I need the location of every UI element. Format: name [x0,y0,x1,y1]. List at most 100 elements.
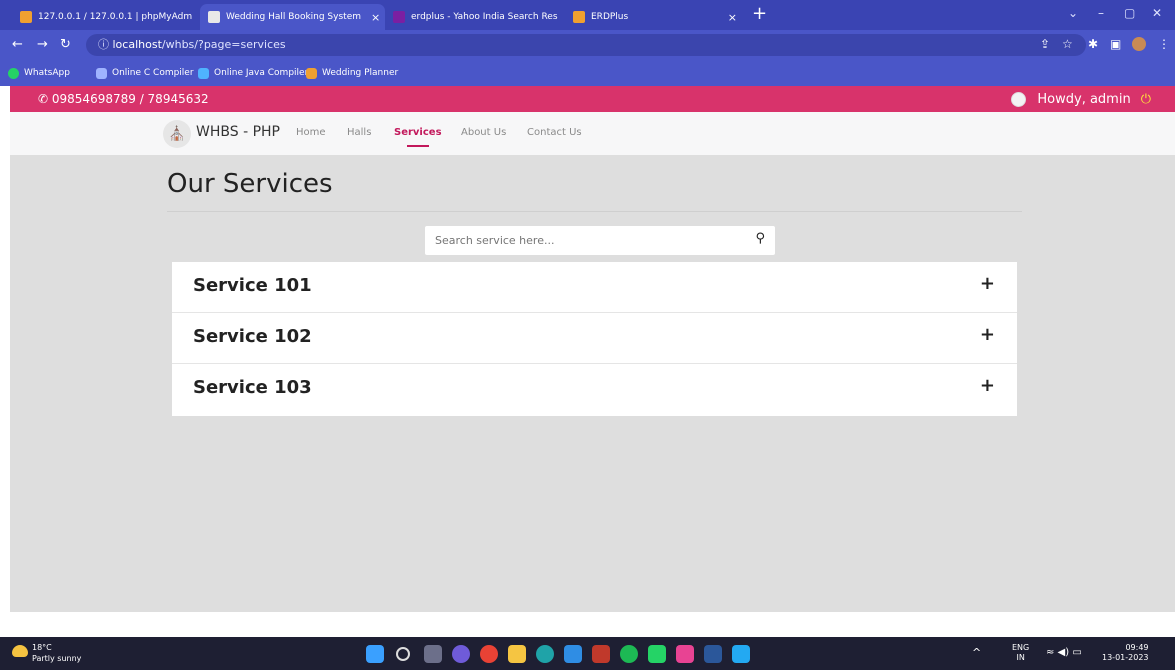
search-input[interactable] [425,226,743,255]
power-icon[interactable]: ⏻ [1141,92,1151,107]
tab-erdplus[interactable]: ERDPlus × [565,4,745,30]
mcafee-icon[interactable] [592,645,610,663]
share-icon[interactable]: ⇪ [1040,37,1050,51]
star-icon[interactable]: ☆ [1062,37,1073,51]
address-toolbar: ← → ↻ ⓘ localhost/whbs/?page=services ⇪ … [0,30,1175,60]
nav-contact-us[interactable]: Contact Us [527,127,582,138]
task-view-icon[interactable] [424,645,442,663]
contact-phone: ✆ 09854698789 / 78945632 [38,86,209,112]
bookmark-wedding-planner[interactable]: Wedding Planner [306,60,398,86]
user-menu[interactable]: Howdy, admin ⏻ [1011,86,1151,112]
phone-icon: ✆ [38,92,49,106]
extensions-icon[interactable]: ✱ [1088,37,1098,51]
service-item[interactable]: Service 102 + [172,313,1017,364]
chat-icon[interactable] [452,645,470,663]
forward-icon[interactable]: → [37,37,48,52]
tray-chevron-icon[interactable]: ^ [972,647,981,658]
weather-widget[interactable]: 18°C Partly sunny [12,642,81,664]
url-path: /whbs/?page=services [161,38,286,51]
back-icon[interactable]: ← [12,37,23,52]
edge-icon[interactable] [536,645,554,663]
bookmark-label: Online C Compiler [112,68,194,78]
close-icon[interactable]: × [361,11,380,24]
language-indicator[interactable]: ENG IN [1012,643,1029,663]
service-item[interactable]: Service 103 + [172,364,1017,416]
os-taskbar: 18°C Partly sunny ^ ENG IN ≈ ◀) ▭ 09:49 … [0,637,1175,670]
wifi-volume-battery-icon[interactable]: ≈ ◀) ▭ [1046,648,1082,658]
phpmyadmin-icon [20,11,32,23]
file-explorer-icon[interactable] [508,645,526,663]
tab-yahoo-search[interactable]: erdplus - Yahoo India Search Res × [385,4,565,30]
whatsapp-icon [8,67,19,79]
compiler-icon [96,67,107,79]
site-icon [208,11,220,23]
search-icon[interactable]: ⚲ [755,231,765,246]
active-nav-underline [407,145,429,147]
weather-icon [12,645,28,657]
tab-phpmyadmin[interactable]: 127.0.0.1 / 127.0.0.1 | phpMyAdm × [12,4,200,30]
menu-icon[interactable]: ⋮ [1158,37,1170,51]
time: 09:49 [1125,643,1149,652]
main-content: Our Services ⚲ Service 101 + Service 102… [10,155,1175,612]
new-tab-icon[interactable]: + [752,3,767,24]
nav-halls[interactable]: Halls [347,127,371,138]
java-icon [198,67,209,79]
store-icon[interactable] [564,645,582,663]
word-icon[interactable] [704,645,722,663]
erdplus-icon [573,11,585,23]
chrome-icon[interactable] [480,645,498,663]
plus-icon[interactable]: + [980,324,995,345]
reload-icon[interactable]: ↻ [60,37,71,52]
nav-services[interactable]: Services [394,127,442,138]
bookmark-label: Wedding Planner [322,68,399,78]
info-icon: ⓘ [98,38,109,51]
page-title: Our Services [167,169,333,199]
close-icon[interactable]: × [558,11,565,24]
profile-avatar[interactable] [1132,37,1146,51]
bookmark-label: Online Java Compiler [214,68,309,78]
temperature: 18°C [32,643,52,652]
weather-text: Partly sunny [32,654,82,663]
url-field[interactable]: ⓘ localhost/whbs/?page=services [86,34,1086,56]
date: 13-01-2023 [1102,653,1149,662]
plus-icon[interactable]: + [980,375,995,396]
services-accordion: Service 101 + Service 102 + Service 103 … [172,262,1017,416]
brand-name[interactable]: WHBS - PHP [196,124,280,140]
site-navbar: ⛪ WHBS - PHP Home Halls Services About U… [10,112,1175,155]
whatsapp-icon[interactable] [648,645,666,663]
photos-icon[interactable] [676,645,694,663]
close-icon[interactable]: × [192,11,200,24]
page-bottom-space [0,612,1175,637]
clock[interactable]: 09:49 13-01-2023 [1102,643,1149,663]
logo-icon[interactable]: ⛪ [163,120,191,148]
nav-about-us[interactable]: About Us [461,127,506,138]
vscode-icon[interactable] [732,645,750,663]
bookmark-online-c[interactable]: Online C Compiler [96,60,194,86]
title-divider [167,211,1022,212]
language: ENG [1012,643,1030,652]
spotify-icon[interactable] [620,645,638,663]
greeting-text: Howdy, admin [1037,91,1131,107]
sidepanel-icon[interactable]: ▣ [1110,37,1121,51]
minimize-icon[interactable]: – [1098,6,1104,20]
chevron-down-icon[interactable]: ⌄ [1068,6,1078,20]
plus-icon[interactable]: + [980,273,995,294]
window-close-icon[interactable]: ✕ [1152,6,1162,20]
top-info-bar: ✆ 09854698789 / 78945632 Howdy, admin ⏻ [10,86,1175,112]
region: IN [1016,653,1025,662]
bookmarks-bar: WhatsApp Online C Compiler Online Java C… [0,60,1175,86]
search-icon[interactable] [396,647,410,661]
tab-wedding-hall[interactable]: Wedding Hall Booking System × [200,4,385,30]
nav-home[interactable]: Home [296,127,326,138]
url-host: localhost [112,38,162,51]
bookmark-label: WhatsApp [24,68,70,78]
bookmark-online-java[interactable]: Online Java Compiler [198,60,308,86]
phone-text: 09854698789 / 78945632 [51,92,209,106]
service-item[interactable]: Service 101 + [172,262,1017,313]
planner-icon [306,67,317,79]
bookmark-whatsapp[interactable]: WhatsApp [8,60,70,86]
maximize-icon[interactable]: ▢ [1124,6,1135,20]
service-title: Service 103 [193,377,312,398]
start-icon[interactable] [366,645,384,663]
close-icon[interactable]: × [718,11,737,24]
